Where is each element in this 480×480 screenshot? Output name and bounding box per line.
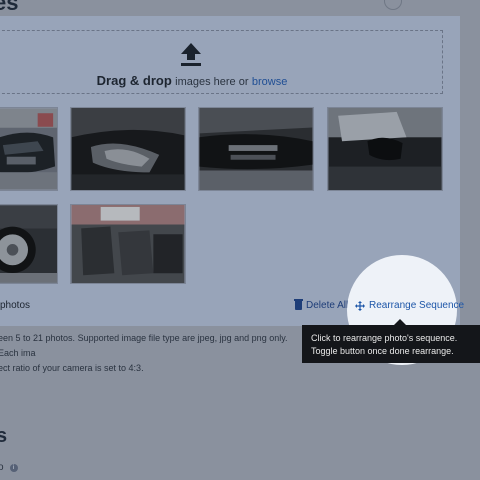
images-here-label: images here or: [175, 76, 249, 88]
delete-all-label: Delete All: [306, 300, 349, 311]
page-title: es: [0, 0, 19, 15]
move-arrows-icon: [355, 300, 365, 311]
photo-thumbnail[interactable]: [0, 204, 58, 284]
note-line: een 5 to 21 photos. Supported image file…: [0, 333, 288, 358]
car-front-bumper-closeup-image: [199, 108, 313, 190]
upload-guideline-note: een 5 to 21 photos. Supported image file…: [0, 331, 298, 376]
browse-link[interactable]: browse: [252, 76, 287, 88]
info-icon[interactable]: i: [9, 463, 18, 472]
car-interior-seats-image: [71, 205, 185, 283]
upload-arrow-icon: [181, 43, 201, 66]
trash-icon: [294, 299, 303, 310]
note-line: ect ratio of your camera is set to 4:3.: [0, 363, 144, 373]
rearrange-sequence-button[interactable]: Rearrange Sequence: [355, 300, 464, 311]
photo-count-label: photos: [0, 300, 31, 311]
car-headlight-closeup-image: [71, 108, 185, 190]
section-heading: s: [0, 425, 8, 447]
field-label-row: o i: [0, 462, 18, 473]
photo-thumbnail[interactable]: [0, 107, 58, 191]
rearrange-sequence-label: Rearrange Sequence: [369, 300, 465, 311]
field-label: o: [0, 462, 4, 473]
delete-all-button[interactable]: Delete All: [294, 299, 349, 311]
photo-thumbnail[interactable]: [70, 107, 186, 191]
car-front-left-silver-image: [0, 108, 57, 190]
drag-drop-label: Drag & drop: [96, 73, 172, 88]
photo-thumbnail[interactable]: [70, 204, 186, 284]
car-side-mirror-closeup-image: [328, 108, 442, 190]
photo-thumbnail[interactable]: [198, 107, 314, 191]
dropzone-text: Drag & drop images here or browse: [0, 73, 384, 88]
photo-thumbnail[interactable]: [327, 107, 443, 191]
rearrange-tooltip: Click to rearrange photo's sequence. Tog…: [302, 325, 480, 363]
car-wheel-closeup-image: [0, 205, 57, 283]
